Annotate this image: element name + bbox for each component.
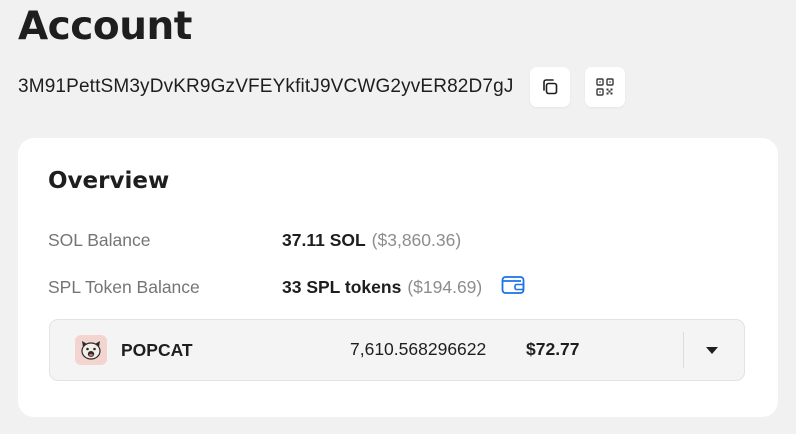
spl-balance-amount: 33 SPL tokens [282, 277, 402, 297]
sol-balance-label: SOL Balance [48, 230, 151, 250]
token-name: POPCAT [121, 340, 193, 360]
qr-code-button[interactable] [585, 67, 625, 107]
overview-card: Overview SOL Balance 37.11 SOL ($3,860.3… [18, 138, 778, 417]
sol-balance-value: 37.11 SOL ($3,860.36) [282, 229, 461, 251]
account-address-row: 3M91PettSM3yDvKR9GzVFEYkfitJ9VCWG2yvER82… [18, 66, 513, 108]
spl-balance-value: 33 SPL tokens ($194.69) [282, 276, 482, 298]
sol-balance-amount: 37.11 SOL [282, 230, 366, 250]
token-value: $72.77 [526, 339, 580, 359]
copy-icon [543, 79, 558, 95]
caret-down-icon [706, 347, 718, 354]
expand-token-button[interactable] [695, 334, 729, 366]
token-row-popcat[interactable]: POPCAT 7,610.568296622 $72.77 [49, 319, 745, 381]
page-title: Account [18, 4, 192, 49]
sol-balance-usd: ($3,860.36) [371, 230, 462, 250]
account-address[interactable]: 3M91PettSM3yDvKR9GzVFEYkfitJ9VCWG2yvER82… [18, 76, 513, 98]
popcat-logo-icon [75, 335, 107, 365]
spl-balance-usd: ($194.69) [407, 277, 483, 297]
overview-title: Overview [48, 168, 170, 194]
spl-balance-label: SPL Token Balance [48, 277, 200, 297]
token-divider [683, 332, 684, 368]
wallet-icon[interactable] [500, 274, 526, 296]
token-amount: 7,610.568296622 [350, 339, 487, 359]
copy-address-button[interactable] [530, 67, 570, 107]
qr-code-icon [596, 78, 614, 96]
